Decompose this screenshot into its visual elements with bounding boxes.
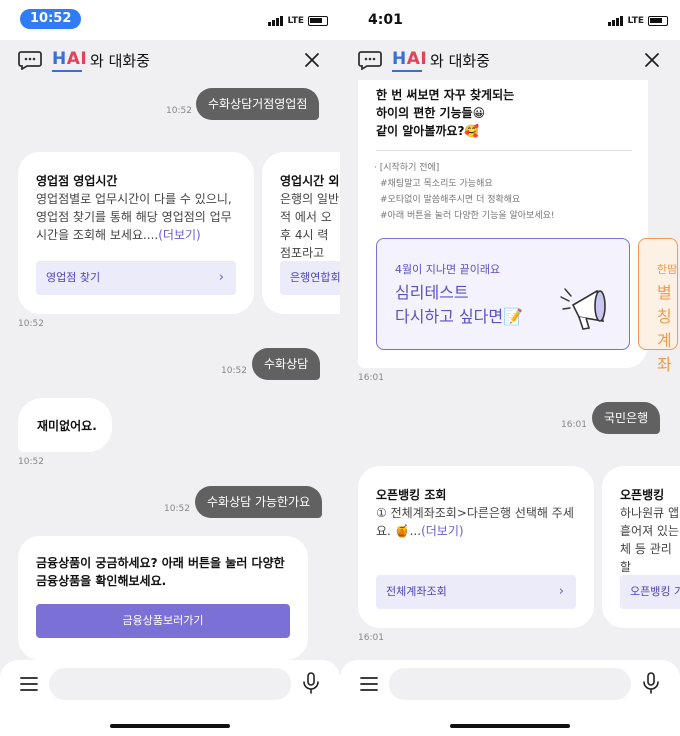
alias-promo[interactable]: 한땀 별칭 계좌 <box>638 238 678 374</box>
card-title: 영업시간 외 <box>280 174 340 188</box>
chat-bubble-icon <box>18 51 42 70</box>
chat-screen-right: 4:01 LTE HAI 와 대화중 한 번 써보면 자꾸 찾게되는 하이의 편… <box>340 0 680 736</box>
header-title: 와 대화중 <box>90 52 150 70</box>
composer-bar <box>0 660 340 736</box>
card-title: 오픈뱅킹 조회 <box>376 488 447 502</box>
message-time: 10:52 <box>18 319 44 329</box>
info-card: 영업시간 외 은행의 일반적 에서 오후 4시 력 점포라고 은행연합회 <box>262 152 340 314</box>
bot-message: 재미없어요. <box>18 398 112 452</box>
chevron-right-icon: › <box>218 270 224 285</box>
user-message: 수화상담거점영업점 <box>196 88 320 120</box>
divider <box>376 150 632 151</box>
info-card: 오픈뱅킹 조회 ① 전체계좌조회>다른은행 선택해 주세요. 🍯...(더보기)… <box>358 466 594 628</box>
user-message: 국민은행 <box>592 402 661 434</box>
chat-header: HAI 와 대화중 <box>340 40 680 80</box>
message-input[interactable] <box>389 668 631 700</box>
message-time: 16:01 <box>358 373 384 383</box>
bank-association-button[interactable]: 은행연합회 <box>280 261 340 295</box>
find-branch-button[interactable]: 영업점 찾기 › <box>36 261 236 295</box>
info-card: 영업점 영업시간 영업점별로 업무시간이 다를 수 있으니, 영업점 찾기를 통… <box>18 152 254 314</box>
card-title: 영업점 영업시간 <box>36 174 118 188</box>
brand-logo: HAI <box>392 49 428 69</box>
status-time: 10:52 <box>20 9 82 29</box>
promo-subtitle: 4월이 지나면 끝이래요 <box>395 263 501 276</box>
info-card: 오픈뱅킹 하나원큐 앱 흩어져 있는 체 등 관리 할 오픈뱅킹 가 <box>602 466 680 628</box>
promo-title: 심리테스트 다시하고 싶다면📝 <box>395 283 524 326</box>
intro-tips: · [시작하기 전에] #채팅말고 목소리도 가능해요 #오타없이 말씀해주시면… <box>374 163 555 221</box>
message-time: 16:01 <box>358 633 384 643</box>
header-title: 와 대화중 <box>430 52 490 70</box>
card-body: 영업점별로 업무시간이 다를 수 있으니, 영업점 찾기를 통해 해당 영업점의… <box>36 192 232 242</box>
message-input[interactable] <box>49 668 291 700</box>
signal-icon <box>268 16 284 26</box>
user-message: 수화상담 <box>252 348 321 380</box>
microphone-icon[interactable] <box>642 672 660 694</box>
card-body: 하나원큐 앱 흩어져 있는 체 등 관리 할 <box>620 506 680 574</box>
home-indicator <box>110 724 230 728</box>
message-time: 10:52 <box>18 457 44 467</box>
microphone-icon[interactable] <box>302 672 320 694</box>
intro-heading: 한 번 써보면 자꾸 찾게되는 하이의 편한 기능들😀 같이 알아볼까요?🥰 <box>376 88 515 138</box>
battery-icon <box>308 16 328 26</box>
bot-card-text: 금융상품이 궁금하세요? 아래 버튼을 눌러 다양한 금융상품을 확인해보세요. <box>36 556 285 588</box>
card-body: 은행의 일반적 에서 오후 4시 력 점포라고 <box>280 192 340 260</box>
feature-intro-card: 한 번 써보면 자꾸 찾게되는 하이의 편한 기능들😀 같이 알아볼까요?🥰 ·… <box>358 80 678 374</box>
user-message: 수화상담 가능한가요 <box>195 486 323 518</box>
network-label: LTE <box>627 16 644 26</box>
menu-icon[interactable] <box>20 676 38 692</box>
card-title: 오픈뱅킹 <box>620 488 665 502</box>
chevron-right-icon: › <box>558 584 564 599</box>
chat-screen-left: 10:52 LTE HAI 와 대화중 10:52 수화상담거점영업점 영업점 … <box>0 0 340 736</box>
battery-icon <box>648 16 668 26</box>
more-link[interactable]: (더보기) <box>421 524 463 538</box>
close-icon[interactable] <box>642 50 662 70</box>
psych-test-promo[interactable]: 4월이 지나면 끝이래요 심리테스트 다시하고 싶다면📝 <box>376 238 630 350</box>
chat-header: HAI 와 대화중 <box>0 40 340 80</box>
more-link[interactable]: (더보기) <box>158 228 200 242</box>
network-label: LTE <box>287 16 304 26</box>
open-banking-button[interactable]: 오픈뱅킹 가 <box>620 575 680 609</box>
financial-products-button[interactable]: 금융상품보러가기 <box>36 604 290 638</box>
chat-bubble-icon <box>358 51 382 70</box>
message-time: 10:52 <box>164 504 190 514</box>
status-time: 4:01 <box>368 12 403 28</box>
menu-icon[interactable] <box>360 676 378 692</box>
system-icons: LTE <box>268 14 328 26</box>
status-bar: 4:01 LTE <box>340 0 680 40</box>
status-bar: 10:52 LTE <box>0 0 340 40</box>
all-accounts-button[interactable]: 전체계좌조회 › <box>376 575 576 609</box>
message-time: 10:52 <box>166 106 192 116</box>
signal-icon <box>608 16 624 26</box>
close-icon[interactable] <box>302 50 322 70</box>
bot-product-card: 금융상품이 궁금하세요? 아래 버튼을 눌러 다양한 금융상품을 확인해보세요.… <box>18 536 308 660</box>
brand-underline <box>392 70 422 72</box>
card-body: ① 전체계좌조회>다른은행 선택해 주세요. 🍯...(더보기) <box>376 506 574 538</box>
message-time: 16:01 <box>561 420 587 430</box>
megaphone-icon <box>560 288 606 330</box>
system-icons: LTE <box>608 14 668 26</box>
brand-underline <box>52 70 82 72</box>
home-indicator <box>450 724 570 728</box>
brand-logo: HAI <box>52 49 88 69</box>
message-time: 10:52 <box>221 366 247 376</box>
composer-bar <box>340 660 680 736</box>
